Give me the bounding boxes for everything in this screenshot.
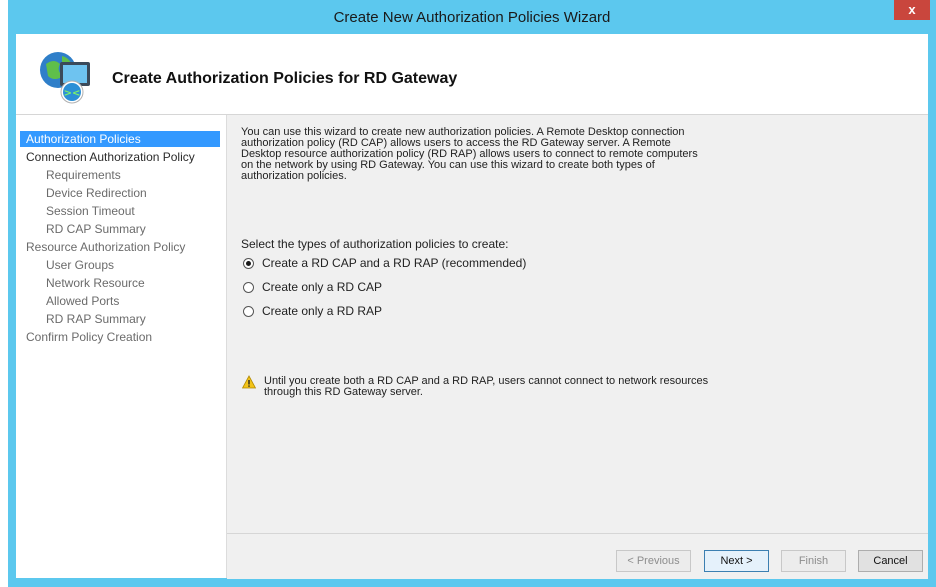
description-line: authorization policies.	[241, 170, 347, 182]
warning-line: through this RD Gateway server.	[264, 386, 423, 398]
window-title: Create New Authorization Policies Wizard	[333, 9, 611, 26]
rd-gateway-icon: ><	[40, 52, 90, 104]
nav-item-resource-authorization-policy[interactable]: Resource Authorization Policy	[20, 239, 185, 255]
nav-item-rd-cap-summary[interactable]: RD CAP Summary	[40, 221, 146, 237]
radio-button-selected[interactable]	[243, 257, 254, 269]
option-label[interactable]: Create a RD CAP and a RD RAP (recommende…	[262, 256, 526, 270]
option-label[interactable]: Create only a RD CAP	[262, 280, 382, 294]
warning-icon	[242, 375, 256, 389]
option-label[interactable]: Create only a RD RAP	[262, 304, 382, 318]
wizard-window: Create New Authorization Policies Wizard…	[8, 0, 936, 587]
title-bar[interactable]: Create New Authorization Policies Wizard…	[8, 0, 936, 34]
option-only-rap[interactable]: Create only a RD RAP	[243, 303, 382, 319]
nav-item-device-redirection[interactable]: Device Redirection	[40, 185, 147, 201]
svg-text:><: ><	[64, 88, 81, 99]
wizard-step-list: Authorization Policies Connection Author…	[16, 115, 227, 578]
nav-item-rd-rap-summary[interactable]: RD RAP Summary	[40, 311, 146, 327]
nav-item-allowed-ports[interactable]: Allowed Ports	[40, 293, 119, 309]
radio-button[interactable]	[243, 281, 254, 293]
radio-button[interactable]	[243, 305, 254, 317]
nav-item-session-timeout[interactable]: Session Timeout	[40, 203, 135, 219]
option-only-cap[interactable]: Create only a RD CAP	[243, 279, 382, 295]
previous-button[interactable]: < Previous	[616, 550, 691, 572]
wizard-client-area: >< Create Authorization Policies for RD …	[16, 34, 928, 579]
button-bar: < Previous Next > Finish Cancel	[227, 533, 928, 579]
cancel-button[interactable]: Cancel	[858, 550, 923, 572]
next-button[interactable]: Next >	[704, 550, 769, 572]
warning-text: Until you create both a RD CAP and a RD …	[264, 376, 734, 398]
close-button[interactable]: x	[894, 0, 930, 20]
nav-item-confirm-policy-creation[interactable]: Confirm Policy Creation	[20, 329, 152, 345]
wizard-content: You can use this wizard to create new au…	[227, 115, 928, 533]
policy-type-prompt: Select the types of authorization polici…	[241, 237, 509, 251]
nav-item-connection-authorization-policy[interactable]: Connection Authorization Policy	[20, 149, 195, 165]
finish-button[interactable]: Finish	[781, 550, 846, 572]
description-text: You can use this wizard to create new au…	[241, 127, 711, 182]
page-title: Create Authorization Policies for RD Gat…	[112, 70, 458, 87]
option-cap-and-rap[interactable]: Create a RD CAP and a RD RAP (recommende…	[243, 255, 526, 271]
nav-item-requirements[interactable]: Requirements	[40, 167, 121, 183]
nav-item-authorization-policies[interactable]: Authorization Policies	[20, 131, 220, 147]
wizard-header: >< Create Authorization Policies for RD …	[16, 34, 928, 115]
nav-item-user-groups[interactable]: User Groups	[40, 257, 114, 273]
nav-item-network-resource[interactable]: Network Resource	[40, 275, 145, 291]
